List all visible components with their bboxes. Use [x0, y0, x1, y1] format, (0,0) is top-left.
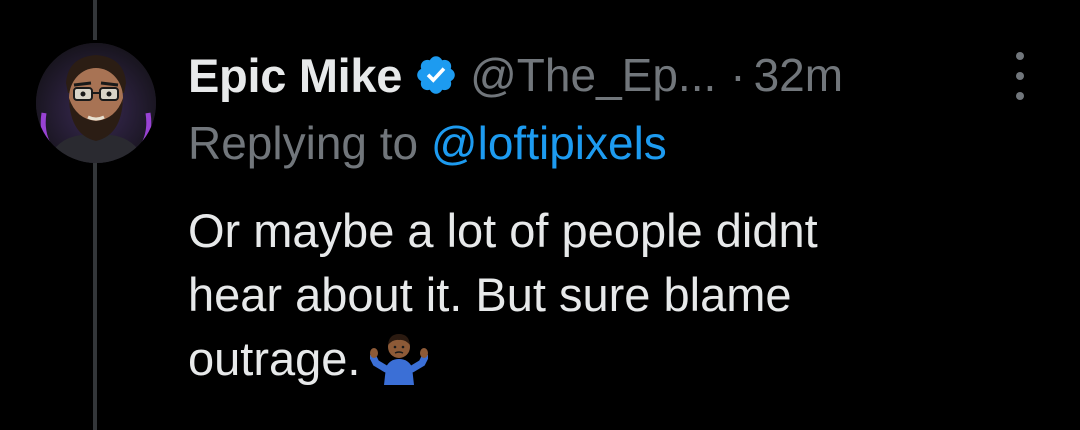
more-dot [1016, 72, 1024, 80]
author-name[interactable]: Epic Mike [188, 48, 402, 103]
tweet-text-line: Or maybe a lot of people didnt [188, 204, 818, 257]
replying-to-label: Replying to [188, 117, 419, 169]
tweet-header: Epic Mike @The_Ep... · 32m [188, 40, 843, 110]
tweet-timestamp[interactable]: 32m [754, 48, 843, 102]
tweet-body: Or maybe a lot of people didnt hear abou… [188, 199, 1048, 391]
more-dot [1016, 52, 1024, 60]
header-separator: · [730, 49, 746, 101]
reply-mention-link[interactable]: @loftipixels [431, 117, 667, 169]
more-dot [1016, 92, 1024, 100]
avatar-cartoon-portrait-image [36, 43, 156, 163]
avatar[interactable] [36, 43, 156, 163]
verified-badge-icon [414, 53, 458, 97]
thread-connector-line-bottom [93, 160, 97, 430]
more-options-icon[interactable] [1005, 52, 1035, 100]
tweet-text-line: hear about it. But sure blame [188, 268, 792, 321]
tweet-text-line-content: outrage. [188, 332, 361, 385]
tweet-text-line-last: outrage. [188, 327, 1048, 391]
person-shrugging-emoji-icon [369, 327, 429, 385]
author-handle[interactable]: @The_Ep... [470, 48, 716, 102]
replying-to-line: Replying to @loftipixels [188, 116, 667, 170]
thread-connector-line-top [93, 0, 97, 40]
